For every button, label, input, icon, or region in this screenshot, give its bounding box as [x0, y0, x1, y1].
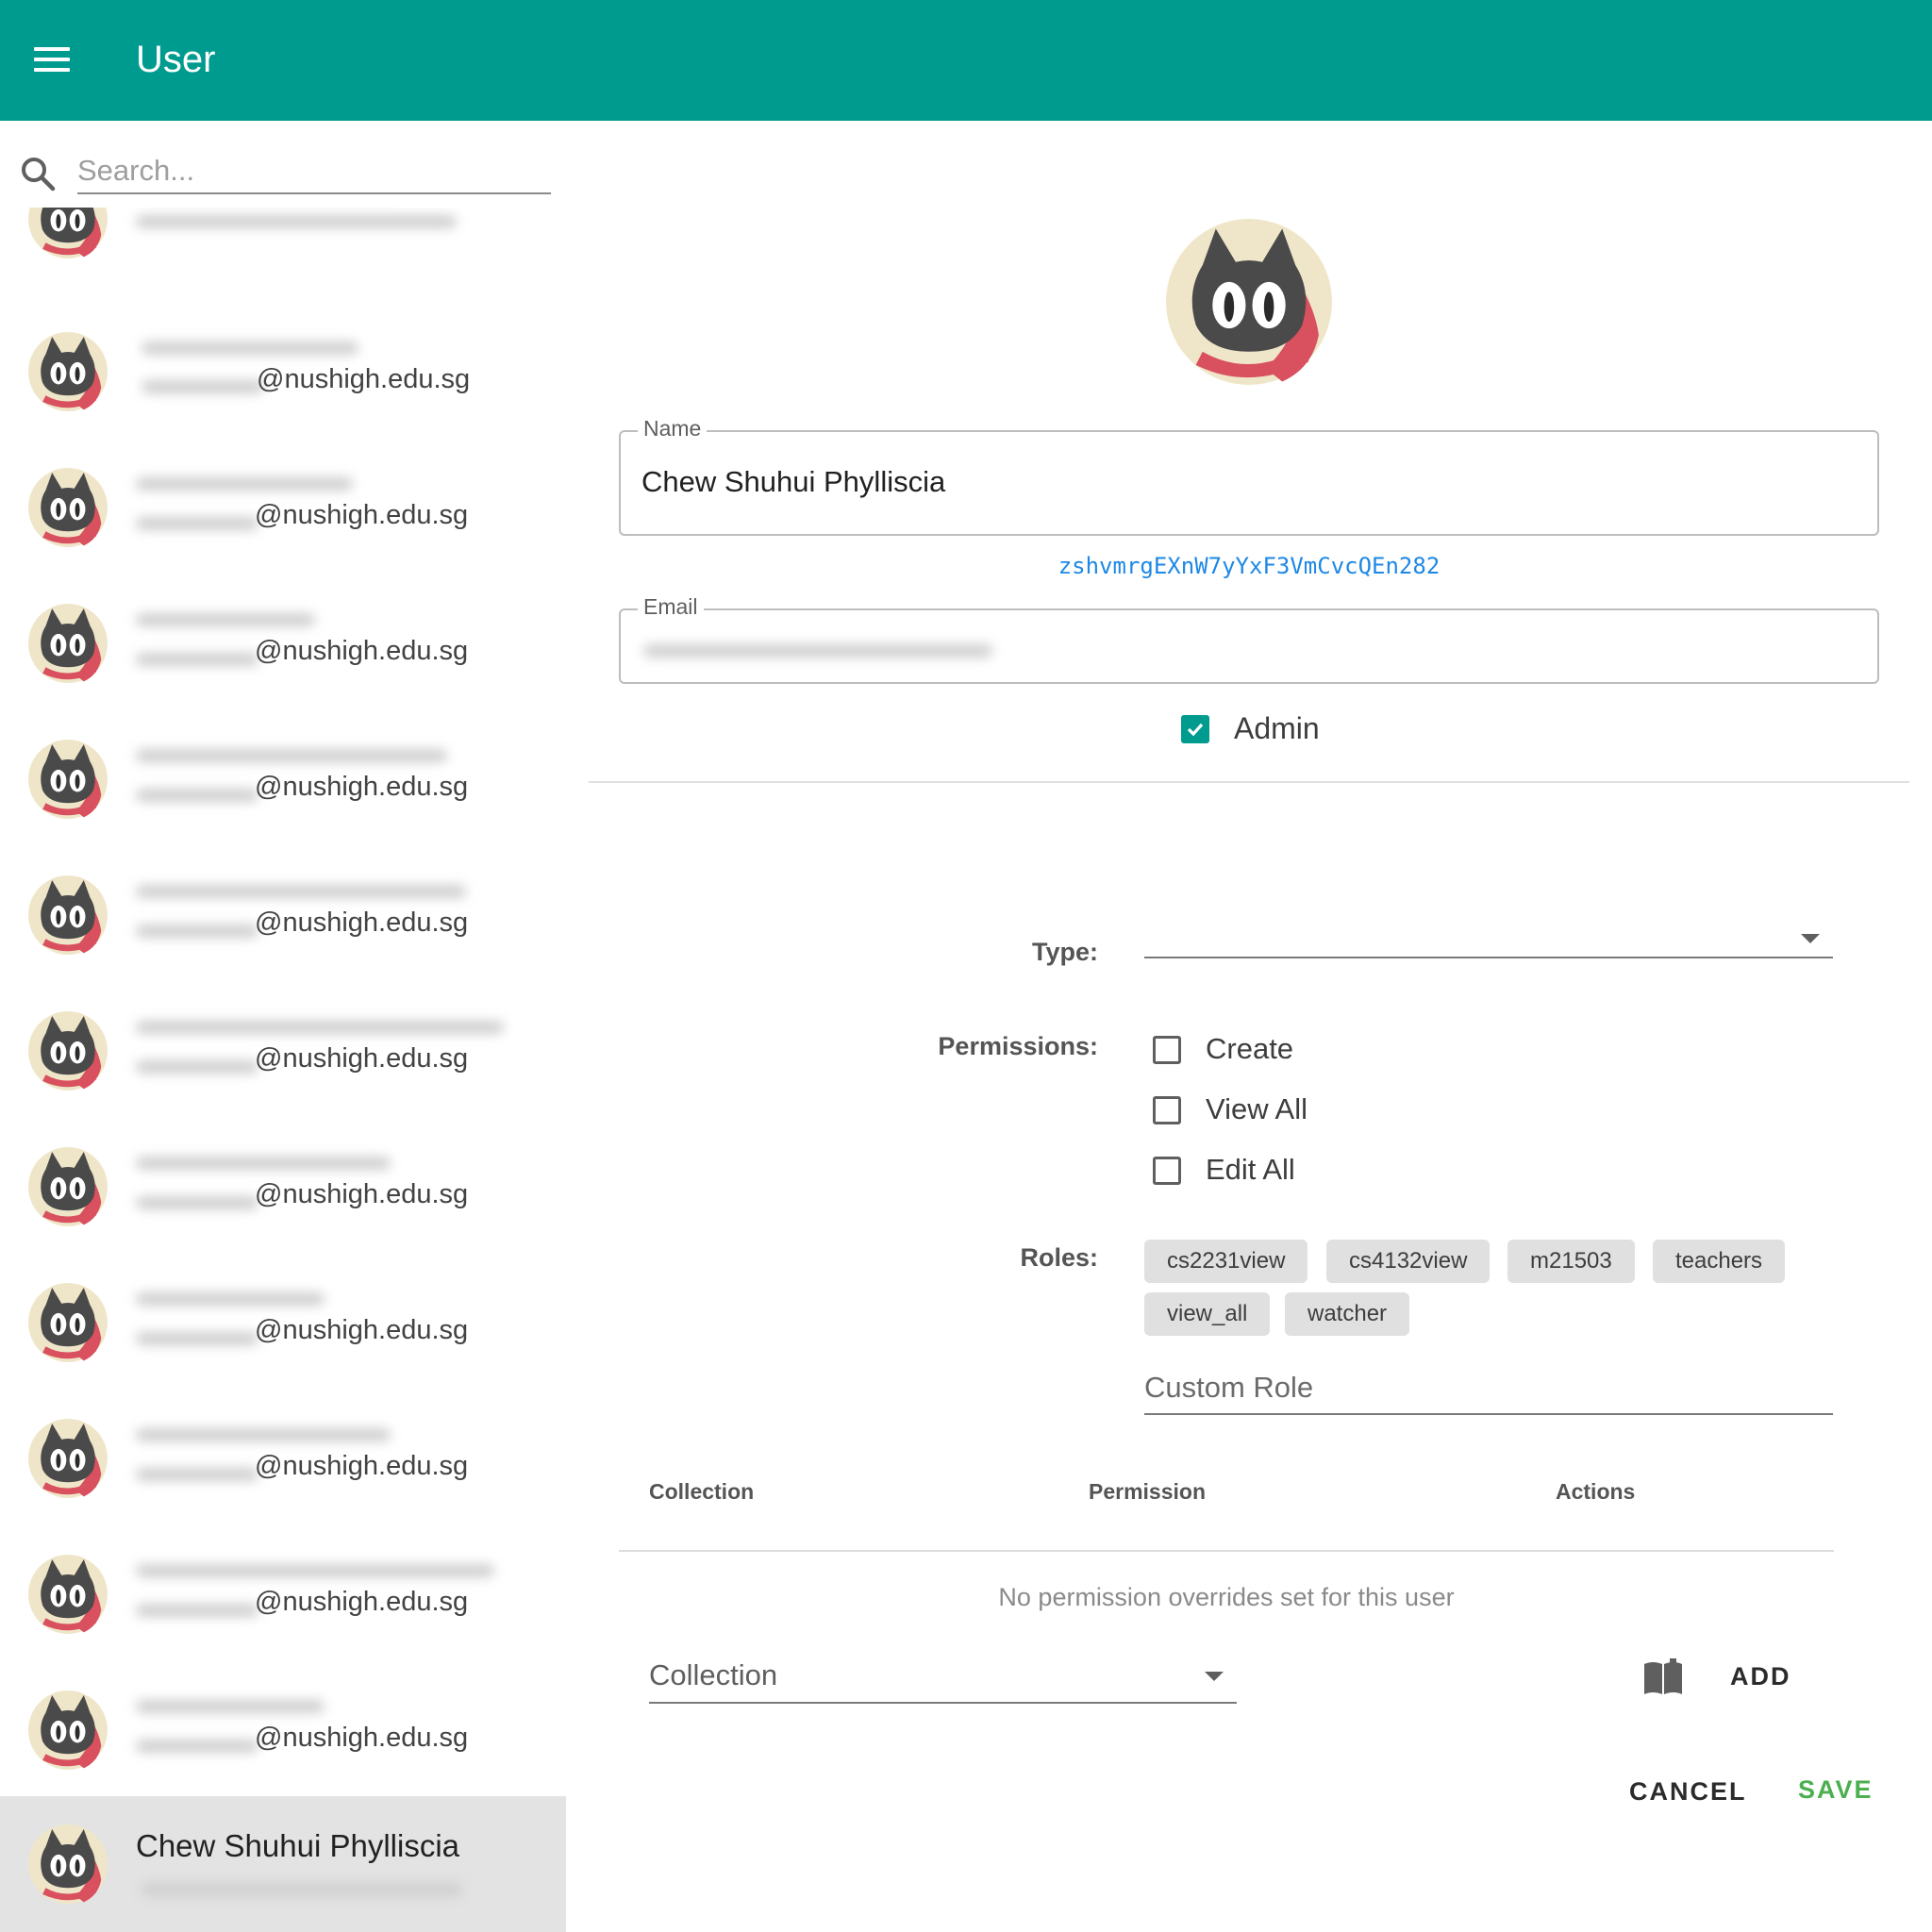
user-email: @nushigh.edu.sg: [255, 1315, 469, 1345]
role-chip[interactable]: teachers: [1653, 1240, 1786, 1283]
user-list-item[interactable]: @nushigh.edu.sg: [0, 445, 566, 581]
book-icon[interactable]: [1641, 1658, 1685, 1696]
custom-role-input[interactable]: [1144, 1362, 1833, 1415]
user-email: @nushigh.edu.sg: [255, 500, 469, 530]
role-chip[interactable]: view_all: [1144, 1292, 1271, 1336]
role-chip[interactable]: watcher: [1285, 1292, 1410, 1336]
search-bar: [0, 121, 566, 208]
name-input[interactable]: [641, 458, 1849, 506]
permission-label: Create: [1206, 1032, 1294, 1065]
type-label: Type:: [1031, 938, 1098, 966]
cat-avatar-icon: [28, 1690, 108, 1770]
cat-avatar-icon: [28, 468, 108, 547]
cat-avatar-icon: [28, 1283, 108, 1362]
user-list-item[interactable]: @nushigh.edu.sg: [0, 1124, 566, 1260]
table-divider: [619, 1550, 1834, 1552]
cat-avatar-icon: [28, 1419, 108, 1498]
role-chip[interactable]: cs4132view: [1326, 1240, 1491, 1283]
user-list-item[interactable]: @nushigh.edu.sg: [0, 581, 566, 717]
user-list-item[interactable]: @nushigh.edu.sg: [0, 1668, 566, 1804]
cat-avatar-icon: [28, 1011, 108, 1091]
user-list-item[interactable]: @nushigh.edu.sg: [0, 717, 566, 853]
user-email: @nushigh.edu.sg: [255, 636, 469, 666]
divider: [589, 781, 1909, 783]
user-detail-panel: Name zshvmrgEXnW7yYxF3VmCvcQEn282 Email …: [566, 121, 1932, 1932]
search-icon: [22, 158, 56, 192]
page-title: User: [136, 39, 216, 80]
user-list-item[interactable]: @nushigh.edu.sg: [0, 1260, 566, 1396]
user-email: @nushigh.edu.sg: [255, 1043, 469, 1074]
checkbox-unchecked-icon[interactable]: [1153, 1096, 1181, 1124]
column-header-permission: Permission: [1089, 1479, 1206, 1504]
search-input[interactable]: [77, 149, 551, 194]
permission-label: Edit All: [1206, 1153, 1295, 1186]
cat-avatar-icon: [28, 740, 108, 819]
user-email: @nushigh.edu.sg: [255, 772, 469, 802]
user-email: @nushigh.edu.sg: [255, 1179, 469, 1209]
permissions-label: Permissions:: [938, 1032, 1098, 1060]
name-label: Name: [638, 415, 708, 441]
permission-label: View All: [1206, 1092, 1307, 1125]
user-list-item[interactable]: @nushigh.edu.sg: [0, 989, 566, 1124]
save-button[interactable]: SAVE: [1798, 1775, 1874, 1805]
user-email: @nushigh.edu.sg: [255, 1723, 469, 1753]
type-select[interactable]: [1144, 915, 1833, 958]
user-list-item[interactable]: @nushigh.edu.sg: [0, 309, 566, 445]
cat-avatar-icon: [28, 332, 108, 411]
cat-avatar-icon: [28, 1824, 108, 1904]
user-email: @nushigh.edu.sg: [255, 1451, 469, 1481]
column-header-collection: Collection: [649, 1479, 755, 1504]
cat-avatar-icon: [28, 1555, 108, 1634]
user-list-item[interactable]: @nushigh.edu.sg: [0, 1396, 566, 1532]
role-chip[interactable]: cs2231view: [1144, 1240, 1308, 1283]
role-chip[interactable]: m21503: [1507, 1240, 1635, 1283]
email-label: Email: [638, 593, 704, 620]
app-bar: User: [0, 0, 1932, 121]
cancel-button[interactable]: CANCEL: [1629, 1777, 1747, 1807]
checkbox-unchecked-icon[interactable]: [1153, 1157, 1181, 1185]
cat-avatar-icon: [28, 604, 108, 683]
checkbox-checked-icon[interactable]: [1181, 715, 1209, 743]
roles-label: Roles:: [1020, 1243, 1098, 1272]
dark-mode-moon-icon[interactable]: [1853, 40, 1894, 81]
user-list-item-selected[interactable]: Chew Shuhui Phylliscia: [0, 1796, 566, 1932]
cat-avatar-icon: [28, 1147, 108, 1226]
user-email: @nushigh.edu.sg: [255, 908, 469, 938]
user-email: @nushigh.edu.sg: [257, 364, 471, 394]
user-email: @nushigh.edu.sg: [255, 1587, 469, 1617]
email-field[interactable]: Email: [619, 593, 1879, 684]
cat-avatar-icon: [28, 875, 108, 955]
column-header-actions: Actions: [1556, 1479, 1636, 1504]
empty-overrides-message: No permission overrides set for this use…: [998, 1583, 1455, 1611]
user-name: Chew Shuhui Phylliscia: [136, 1828, 460, 1863]
collection-select[interactable]: Collection: [649, 1651, 1237, 1704]
cat-avatar-icon: [1166, 219, 1332, 385]
checkbox-unchecked-icon[interactable]: [1153, 1036, 1181, 1064]
user-uid: zshvmrgEXnW7yYxF3VmCvcQEn282: [1058, 553, 1441, 579]
name-field[interactable]: Name: [619, 415, 1879, 536]
admin-label: Admin: [1234, 711, 1320, 745]
user-sidebar: @nushigh.edu.sg @nushigh.edu.sg @nushigh…: [0, 121, 566, 1932]
collection-select-label: Collection: [649, 1658, 778, 1691]
add-override-button[interactable]: ADD: [1730, 1662, 1791, 1691]
menu-icon[interactable]: [34, 45, 70, 74]
chevron-down-icon: [1801, 934, 1820, 943]
user-list-item[interactable]: @nushigh.edu.sg: [0, 853, 566, 989]
user-list-item[interactable]: @nushigh.edu.sg: [0, 1532, 566, 1668]
chevron-down-icon: [1205, 1672, 1224, 1681]
